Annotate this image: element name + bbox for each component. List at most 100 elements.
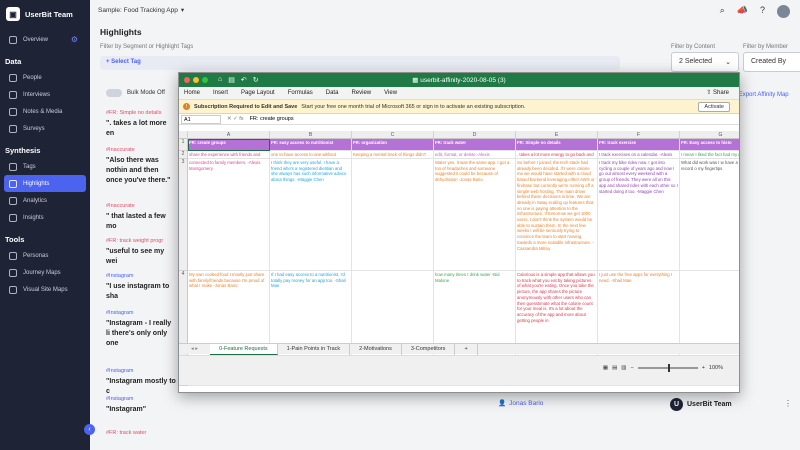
sheet-nav-arrows[interactable]: ◂ ▸ xyxy=(179,346,210,352)
spreadsheet-cell[interactable]: edit, format, or delete.-Alexis Montgome… xyxy=(434,151,516,159)
sidebar-item-overview[interactable]: Overview ⚙ xyxy=(0,31,90,48)
row-header[interactable]: 2 xyxy=(179,151,188,159)
sidebar-item-people[interactable]: People xyxy=(0,69,90,86)
highlight-tag[interactable]: #Instagram xyxy=(106,273,176,279)
highlight-item[interactable]: #Instagram "Instagram" xyxy=(106,396,176,415)
more-options-icon[interactable]: ⋮ xyxy=(784,399,792,408)
announcement-icon[interactable]: 📣 xyxy=(737,5,748,18)
header-cell[interactable]: FR: track exercise xyxy=(598,139,680,151)
highlight-tag[interactable]: #Instagram xyxy=(106,368,176,374)
highlight-item[interactable]: #FR: Simple no details ". takes a lot mor… xyxy=(106,110,176,139)
spreadsheet-cell[interactable]: What did work was I w have a digital rec… xyxy=(680,159,739,271)
ribbon-tab-data[interactable]: Data xyxy=(326,90,339,96)
sidebar-item-analytics[interactable]: Analytics xyxy=(0,192,90,209)
highlight-tag[interactable]: #Inaccurate xyxy=(106,147,176,153)
app-header[interactable]: ▣ UserBit Team xyxy=(0,0,90,28)
spreadsheet-cell[interactable]: I think they are very useful. I have a f… xyxy=(270,159,352,271)
redo-icon[interactable]: ↻ xyxy=(253,76,259,84)
zoom-in-icon[interactable]: + xyxy=(702,365,705,371)
spreadsheet-cell[interactable]: Water yes. It was the same app. I got a … xyxy=(434,159,516,271)
highlight-tag[interactable]: #Instagram xyxy=(106,310,176,316)
export-affinity-map-button[interactable]: ⇪ Export Affinity Map xyxy=(732,91,789,98)
ribbon-tab-home[interactable]: Home xyxy=(184,90,200,96)
select-all-corner[interactable] xyxy=(179,131,188,139)
spreadsheet-cell[interactable]: share the experience with friends and fa… xyxy=(188,151,270,159)
header-cell[interactable]: FR: easy access to nutritionist xyxy=(270,139,352,151)
column-header[interactable]: E xyxy=(516,131,598,139)
header-cell[interactable]: FR: Simple no details xyxy=(516,139,598,151)
sheet-tab[interactable]: 3-Competitors xyxy=(402,343,456,355)
add-sheet-button[interactable]: + xyxy=(455,343,478,355)
header-cell[interactable]: FR: Easy access to histo xyxy=(680,139,739,151)
highlight-item[interactable]: #Instagram "Instagram mostly to c xyxy=(106,368,176,397)
ribbon-tab-review[interactable]: Review xyxy=(351,90,371,96)
column-header[interactable]: A xyxy=(188,131,270,139)
ribbon-tab-formulas[interactable]: Formulas xyxy=(288,90,313,96)
column-header[interactable]: D xyxy=(434,131,516,139)
zoom-out-icon[interactable]: − xyxy=(630,365,633,371)
sheet-tab[interactable]: 0-Feature Requests xyxy=(210,343,278,355)
sidebar-item-tags[interactable]: Tags xyxy=(0,158,90,175)
highlight-item[interactable]: #Inaccurate " that lasted a few mo xyxy=(106,203,176,232)
highlight-tag[interactable]: #FR: track weight progr xyxy=(106,238,176,244)
maximize-window-icon[interactable] xyxy=(202,77,208,83)
name-box[interactable]: A1 xyxy=(181,114,221,124)
spreadsheet-cell[interactable]: I track exercises on a calendar. -Alexis… xyxy=(598,151,680,159)
sidebar-item-notes-media[interactable]: Notes & Media xyxy=(0,103,90,120)
sidebar-item-personas[interactable]: Personas xyxy=(0,247,90,264)
spreadsheet-cell[interactable]: connected to family members. -Alexis Mon… xyxy=(188,159,270,271)
ribbon-tab-insert[interactable]: Insert xyxy=(213,90,228,96)
sidebar-item-surveys[interactable]: Surveys xyxy=(0,120,90,137)
sheet-tab[interactable]: 1-Pain Points in Track xyxy=(278,343,351,355)
select-tag-button[interactable]: + Select Tag xyxy=(100,56,620,70)
header-cell[interactable]: FR: track water xyxy=(434,139,516,151)
sidebar-item-interviews[interactable]: Interviews xyxy=(0,86,90,103)
avatar[interactable] xyxy=(777,5,790,18)
header-cell[interactable]: FR: create groups xyxy=(188,139,270,151)
share-button[interactable]: ⇧ Share xyxy=(706,89,729,96)
row-header[interactable]: 3 xyxy=(179,159,188,271)
content-filter-dropdown[interactable]: 2 Selected ⌄ xyxy=(671,52,739,72)
column-header[interactable]: C xyxy=(352,131,434,139)
row-header[interactable]: 1 xyxy=(179,139,188,151)
sheet-tab[interactable]: 2-Motivations xyxy=(350,343,402,355)
highlight-tag[interactable]: #Instagram xyxy=(106,396,176,402)
ribbon-tab-view[interactable]: View xyxy=(384,90,397,96)
gear-icon[interactable]: ⚙ xyxy=(71,35,78,44)
highlight-item[interactable]: #FR: track weight progr "useful to see my… xyxy=(106,238,176,267)
bulk-mode-toggle[interactable]: Bulk Mode Off xyxy=(106,89,165,97)
highlight-tag[interactable]: #FR: track water xyxy=(106,430,176,436)
sidebar-item-journey-maps[interactable]: Journey Maps xyxy=(0,264,90,281)
toggle-switch[interactable] xyxy=(106,89,122,97)
activate-button[interactable]: Activate xyxy=(698,102,730,112)
column-header[interactable]: F xyxy=(598,131,680,139)
zoom-control[interactable]: ▦ ▤ ▥ − + 100% xyxy=(603,364,723,372)
highlight-item[interactable]: #Instagram "I use instagram to sha xyxy=(106,273,176,302)
column-header[interactable]: G xyxy=(680,131,739,139)
sidebar-item-visual-site-maps[interactable]: Visual Site Maps xyxy=(0,281,90,298)
help-icon[interactable]: ? xyxy=(760,5,765,18)
sidebar-item-highlights[interactable]: Highlights xyxy=(4,175,86,192)
undo-icon[interactable]: ↶ xyxy=(241,76,247,84)
highlight-tag[interactable]: #FR: Simple no details xyxy=(106,110,176,116)
ribbon-tab-page-layout[interactable]: Page Layout xyxy=(241,90,275,96)
view-layout-icon[interactable]: ▤ xyxy=(612,365,617,371)
spreadsheet-cell[interactable]: I mean I liked the fact had my record on… xyxy=(680,151,739,159)
highlight-item[interactable]: #FR: track water xyxy=(106,430,176,439)
view-normal-icon[interactable]: ▦ xyxy=(603,365,608,371)
save-icon[interactable]: ▤ xyxy=(228,76,235,84)
spreadsheet-cell[interactable]: So before I joined, the tech stack had a… xyxy=(516,159,598,271)
close-window-icon[interactable] xyxy=(184,77,190,83)
highlight-tag[interactable]: #Inaccurate xyxy=(106,203,176,209)
project-selector[interactable]: Sample: Food Tracking App xyxy=(98,7,178,14)
spreadsheet-cell[interactable]: . takes a lot more energy to go back and… xyxy=(516,151,598,159)
home-icon[interactable]: ⌂ xyxy=(218,76,222,84)
spreadsheet-cell[interactable] xyxy=(352,159,434,271)
view-break-icon[interactable]: ▥ xyxy=(621,365,626,371)
spreadsheet-cell[interactable]: one to have access to one without spendi… xyxy=(270,151,352,159)
highlight-item[interactable]: #Inaccurate "Also there was nothin and th… xyxy=(106,147,176,186)
highlight-item[interactable]: #Instagram "Instagram - I really li there… xyxy=(106,310,176,349)
sidebar-item-insights[interactable]: Insights xyxy=(0,209,90,226)
column-header[interactable]: B xyxy=(270,131,352,139)
collapse-sidebar-icon[interactable]: ‹ xyxy=(84,424,95,435)
